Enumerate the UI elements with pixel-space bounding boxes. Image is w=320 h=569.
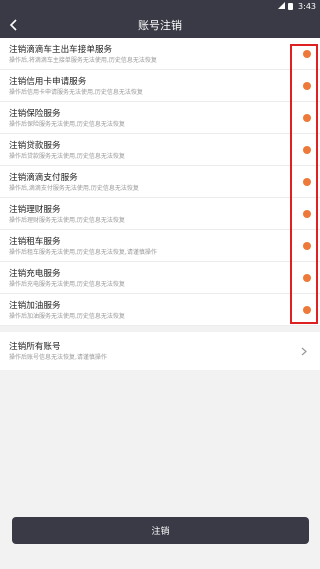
service-desc: 操作后充电服务无法使用,历史信息无法恢复 — [9, 281, 125, 288]
service-title: 注销信用卡申请服务 — [9, 77, 87, 87]
service-item-fuel[interactable]: 注销加油服务 操作后加油服务无法使用,历史信息无法恢复 — [0, 294, 320, 326]
service-item-wealth[interactable]: 注销理财服务 操作后理财服务无法使用,历史信息无法恢复 — [0, 198, 320, 230]
chevron-right-icon — [299, 346, 309, 356]
service-title: 注销租车服务 — [9, 237, 61, 247]
service-item-credit-card[interactable]: 注销信用卡申请服务 操作后信用卡申请服务无法使用,历史信息无法恢复 — [0, 70, 320, 102]
cancel-all-desc: 操作后账号信息无法恢复,请谨慎操作 — [9, 354, 107, 361]
service-title: 注销滴滴支付服务 — [9, 173, 78, 183]
service-list: 注销滴滴车主出车接单服务 操作后,将滴滴车主接单服务无法使用,历史信息无法恢复 … — [0, 38, 320, 326]
radio-selected-icon[interactable] — [303, 210, 311, 218]
radio-selected-icon[interactable] — [303, 274, 311, 282]
service-item-driver[interactable]: 注销滴滴车主出车接单服务 操作后,将滴滴车主接单服务无法使用,历史信息无法恢复 — [0, 38, 320, 70]
service-item-charging[interactable]: 注销充电服务 操作后充电服务无法使用,历史信息无法恢复 — [0, 262, 320, 294]
service-desc: 操作后保险服务无法使用,历史信息无法恢复 — [9, 121, 125, 128]
service-title: 注销滴滴车主出车接单服务 — [9, 45, 113, 55]
back-button[interactable] — [6, 17, 22, 33]
cancel-submit-button[interactable]: 注销 — [12, 517, 309, 544]
page-title: 账号注销 — [138, 19, 182, 32]
service-desc: 操作后加油服务无法使用,历史信息无法恢复 — [9, 313, 125, 320]
service-title: 注销保险服务 — [9, 109, 61, 119]
service-item-car-rental[interactable]: 注销租车服务 操作后租车服务无法使用,历史信息无法恢复,请谨慎操作 — [0, 230, 320, 262]
radio-selected-icon[interactable] — [303, 242, 311, 250]
radio-selected-icon[interactable] — [303, 306, 311, 314]
status-bar: 3:43 — [0, 0, 320, 12]
nav-bar: 账号注销 — [0, 12, 320, 38]
battery-icon — [288, 2, 294, 10]
radio-selected-icon[interactable] — [303, 114, 311, 122]
service-title: 注销加油服务 — [9, 301, 61, 311]
radio-selected-icon[interactable] — [303, 178, 311, 186]
service-item-insurance[interactable]: 注销保险服务 操作后保险服务无法使用,历史信息无法恢复 — [0, 102, 320, 134]
cancel-all-title: 注销所有账号 — [9, 342, 61, 352]
signal-icon — [278, 1, 286, 11]
service-title: 注销充电服务 — [9, 269, 61, 279]
service-desc: 操作后租车服务无法使用,历史信息无法恢复,请谨慎操作 — [9, 249, 157, 256]
chevron-left-icon — [9, 16, 19, 35]
service-desc: 操作后,将滴滴车主接单服务无法使用,历史信息无法恢复 — [9, 57, 157, 64]
radio-selected-icon[interactable] — [303, 146, 311, 154]
service-title: 注销贷款服务 — [9, 141, 61, 151]
service-desc: 操作后理财服务无法使用,历史信息无法恢复 — [9, 217, 125, 224]
service-item-loan[interactable]: 注销贷款服务 操作后贷款服务无法使用,历史信息无法恢复 — [0, 134, 320, 166]
service-title: 注销理财服务 — [9, 205, 61, 215]
clock: 3:43 — [298, 1, 316, 11]
radio-selected-icon[interactable] — [303, 50, 311, 58]
service-item-payment[interactable]: 注销滴滴支付服务 操作后,滴滴支付服务无法使用,历史信息无法恢复 — [0, 166, 320, 198]
service-desc: 操作后,滴滴支付服务无法使用,历史信息无法恢复 — [9, 185, 139, 192]
service-desc: 操作后信用卡申请服务无法使用,历史信息无法恢复 — [9, 89, 143, 96]
radio-selected-icon[interactable] — [303, 82, 311, 90]
service-desc: 操作后贷款服务无法使用,历史信息无法恢复 — [9, 153, 125, 160]
cancel-all-accounts-row[interactable]: 注销所有账号 操作后账号信息无法恢复,请谨慎操作 — [0, 332, 320, 370]
